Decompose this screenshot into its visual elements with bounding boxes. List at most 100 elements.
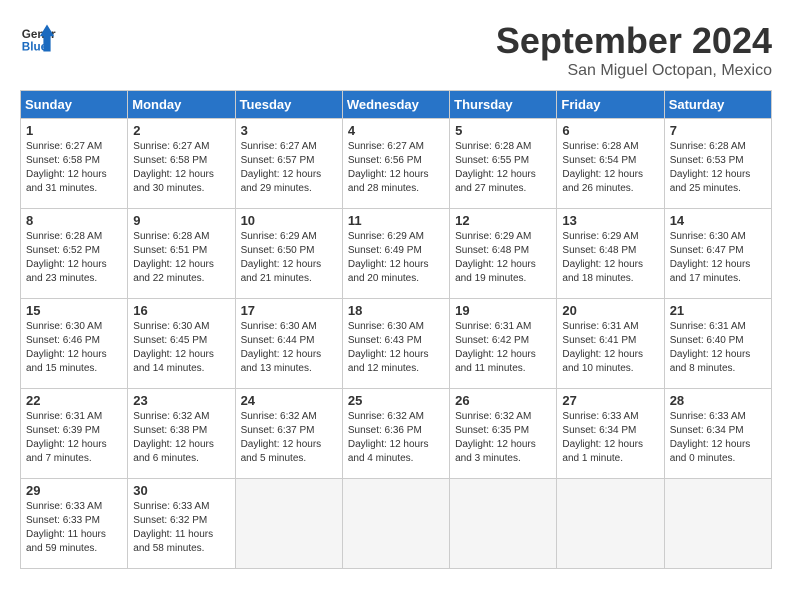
day-info: Sunrise: 6:33 AM Sunset: 6:33 PM Dayligh… <box>26 500 122 556</box>
calendar-cell: 28 Sunrise: 6:33 AM Sunset: 6:34 PM Dayl… <box>664 389 771 479</box>
calendar-cell: 18 Sunrise: 6:30 AM Sunset: 6:43 PM Dayl… <box>342 299 449 389</box>
calendar-cell: 23 Sunrise: 6:32 AM Sunset: 6:38 PM Dayl… <box>128 389 235 479</box>
col-thursday: Thursday <box>450 91 557 119</box>
day-number: 17 <box>241 303 337 318</box>
day-number: 15 <box>26 303 122 318</box>
calendar-cell: 26 Sunrise: 6:32 AM Sunset: 6:35 PM Dayl… <box>450 389 557 479</box>
day-info: Sunrise: 6:30 AM Sunset: 6:46 PM Dayligh… <box>26 320 122 376</box>
day-info: Sunrise: 6:33 AM Sunset: 6:34 PM Dayligh… <box>562 410 658 466</box>
day-info: Sunrise: 6:29 AM Sunset: 6:48 PM Dayligh… <box>455 230 551 286</box>
calendar-cell: 6 Sunrise: 6:28 AM Sunset: 6:54 PM Dayli… <box>557 119 664 209</box>
day-number: 25 <box>348 393 444 408</box>
calendar-cell: 2 Sunrise: 6:27 AM Sunset: 6:58 PM Dayli… <box>128 119 235 209</box>
day-number: 27 <box>562 393 658 408</box>
day-number: 8 <box>26 213 122 228</box>
day-number: 24 <box>241 393 337 408</box>
day-info: Sunrise: 6:28 AM Sunset: 6:52 PM Dayligh… <box>26 230 122 286</box>
col-friday: Friday <box>557 91 664 119</box>
calendar-cell: 30 Sunrise: 6:33 AM Sunset: 6:32 PM Dayl… <box>128 479 235 569</box>
day-number: 5 <box>455 123 551 138</box>
calendar-cell: 1 Sunrise: 6:27 AM Sunset: 6:58 PM Dayli… <box>21 119 128 209</box>
calendar-cell: 8 Sunrise: 6:28 AM Sunset: 6:52 PM Dayli… <box>21 209 128 299</box>
calendar-cell: 11 Sunrise: 6:29 AM Sunset: 6:49 PM Dayl… <box>342 209 449 299</box>
day-info: Sunrise: 6:27 AM Sunset: 6:57 PM Dayligh… <box>241 140 337 196</box>
calendar-row: 15 Sunrise: 6:30 AM Sunset: 6:46 PM Dayl… <box>21 299 772 389</box>
calendar-cell: 14 Sunrise: 6:30 AM Sunset: 6:47 PM Dayl… <box>664 209 771 299</box>
day-info: Sunrise: 6:29 AM Sunset: 6:48 PM Dayligh… <box>562 230 658 286</box>
calendar-cell <box>664 479 771 569</box>
day-info: Sunrise: 6:28 AM Sunset: 6:55 PM Dayligh… <box>455 140 551 196</box>
day-info: Sunrise: 6:30 AM Sunset: 6:44 PM Dayligh… <box>241 320 337 376</box>
calendar-cell: 21 Sunrise: 6:31 AM Sunset: 6:40 PM Dayl… <box>664 299 771 389</box>
calendar-cell <box>342 479 449 569</box>
calendar-header-row: Sunday Monday Tuesday Wednesday Thursday… <box>21 91 772 119</box>
day-info: Sunrise: 6:27 AM Sunset: 6:58 PM Dayligh… <box>26 140 122 196</box>
calendar-cell: 9 Sunrise: 6:28 AM Sunset: 6:51 PM Dayli… <box>128 209 235 299</box>
calendar-cell: 5 Sunrise: 6:28 AM Sunset: 6:55 PM Dayli… <box>450 119 557 209</box>
day-number: 1 <box>26 123 122 138</box>
day-info: Sunrise: 6:30 AM Sunset: 6:45 PM Dayligh… <box>133 320 229 376</box>
calendar-cell <box>235 479 342 569</box>
day-number: 26 <box>455 393 551 408</box>
calendar-cell: 27 Sunrise: 6:33 AM Sunset: 6:34 PM Dayl… <box>557 389 664 479</box>
day-number: 20 <box>562 303 658 318</box>
calendar-table: Sunday Monday Tuesday Wednesday Thursday… <box>20 90 772 569</box>
calendar-row: 22 Sunrise: 6:31 AM Sunset: 6:39 PM Dayl… <box>21 389 772 479</box>
month-title: September 2024 <box>496 20 772 62</box>
calendar-cell <box>450 479 557 569</box>
day-number: 12 <box>455 213 551 228</box>
location: San Miguel Octopan, Mexico <box>496 62 772 80</box>
calendar-cell: 13 Sunrise: 6:29 AM Sunset: 6:48 PM Dayl… <box>557 209 664 299</box>
day-number: 6 <box>562 123 658 138</box>
col-saturday: Saturday <box>664 91 771 119</box>
day-number: 3 <box>241 123 337 138</box>
col-sunday: Sunday <box>21 91 128 119</box>
title-block: September 2024 San Miguel Octopan, Mexic… <box>496 20 772 80</box>
logo: General Blue <box>20 20 56 56</box>
day-number: 2 <box>133 123 229 138</box>
day-info: Sunrise: 6:33 AM Sunset: 6:32 PM Dayligh… <box>133 500 229 556</box>
day-number: 28 <box>670 393 766 408</box>
day-number: 23 <box>133 393 229 408</box>
calendar-cell <box>557 479 664 569</box>
calendar-cell: 15 Sunrise: 6:30 AM Sunset: 6:46 PM Dayl… <box>21 299 128 389</box>
day-number: 7 <box>670 123 766 138</box>
calendar-row: 1 Sunrise: 6:27 AM Sunset: 6:58 PM Dayli… <box>21 119 772 209</box>
day-info: Sunrise: 6:29 AM Sunset: 6:50 PM Dayligh… <box>241 230 337 286</box>
calendar-cell: 22 Sunrise: 6:31 AM Sunset: 6:39 PM Dayl… <box>21 389 128 479</box>
day-info: Sunrise: 6:27 AM Sunset: 6:58 PM Dayligh… <box>133 140 229 196</box>
calendar-cell: 20 Sunrise: 6:31 AM Sunset: 6:41 PM Dayl… <box>557 299 664 389</box>
day-info: Sunrise: 6:28 AM Sunset: 6:53 PM Dayligh… <box>670 140 766 196</box>
day-info: Sunrise: 6:32 AM Sunset: 6:38 PM Dayligh… <box>133 410 229 466</box>
day-number: 13 <box>562 213 658 228</box>
day-info: Sunrise: 6:31 AM Sunset: 6:42 PM Dayligh… <box>455 320 551 376</box>
day-info: Sunrise: 6:31 AM Sunset: 6:41 PM Dayligh… <box>562 320 658 376</box>
day-number: 21 <box>670 303 766 318</box>
calendar-cell: 12 Sunrise: 6:29 AM Sunset: 6:48 PM Dayl… <box>450 209 557 299</box>
logo-icon: General Blue <box>20 20 56 56</box>
calendar-cell: 19 Sunrise: 6:31 AM Sunset: 6:42 PM Dayl… <box>450 299 557 389</box>
day-number: 22 <box>26 393 122 408</box>
day-info: Sunrise: 6:33 AM Sunset: 6:34 PM Dayligh… <box>670 410 766 466</box>
day-number: 14 <box>670 213 766 228</box>
col-wednesday: Wednesday <box>342 91 449 119</box>
page-header: General Blue September 2024 San Miguel O… <box>20 20 772 80</box>
day-info: Sunrise: 6:32 AM Sunset: 6:36 PM Dayligh… <box>348 410 444 466</box>
day-number: 16 <box>133 303 229 318</box>
day-info: Sunrise: 6:27 AM Sunset: 6:56 PM Dayligh… <box>348 140 444 196</box>
calendar-cell: 16 Sunrise: 6:30 AM Sunset: 6:45 PM Dayl… <box>128 299 235 389</box>
calendar-cell: 4 Sunrise: 6:27 AM Sunset: 6:56 PM Dayli… <box>342 119 449 209</box>
calendar-cell: 25 Sunrise: 6:32 AM Sunset: 6:36 PM Dayl… <box>342 389 449 479</box>
calendar-cell: 7 Sunrise: 6:28 AM Sunset: 6:53 PM Dayli… <box>664 119 771 209</box>
calendar-body: 1 Sunrise: 6:27 AM Sunset: 6:58 PM Dayli… <box>21 119 772 569</box>
day-info: Sunrise: 6:31 AM Sunset: 6:39 PM Dayligh… <box>26 410 122 466</box>
calendar-row: 8 Sunrise: 6:28 AM Sunset: 6:52 PM Dayli… <box>21 209 772 299</box>
calendar-cell: 17 Sunrise: 6:30 AM Sunset: 6:44 PM Dayl… <box>235 299 342 389</box>
col-tuesday: Tuesday <box>235 91 342 119</box>
day-info: Sunrise: 6:32 AM Sunset: 6:37 PM Dayligh… <box>241 410 337 466</box>
day-number: 9 <box>133 213 229 228</box>
day-info: Sunrise: 6:29 AM Sunset: 6:49 PM Dayligh… <box>348 230 444 286</box>
calendar-cell: 24 Sunrise: 6:32 AM Sunset: 6:37 PM Dayl… <box>235 389 342 479</box>
day-number: 11 <box>348 213 444 228</box>
day-number: 18 <box>348 303 444 318</box>
